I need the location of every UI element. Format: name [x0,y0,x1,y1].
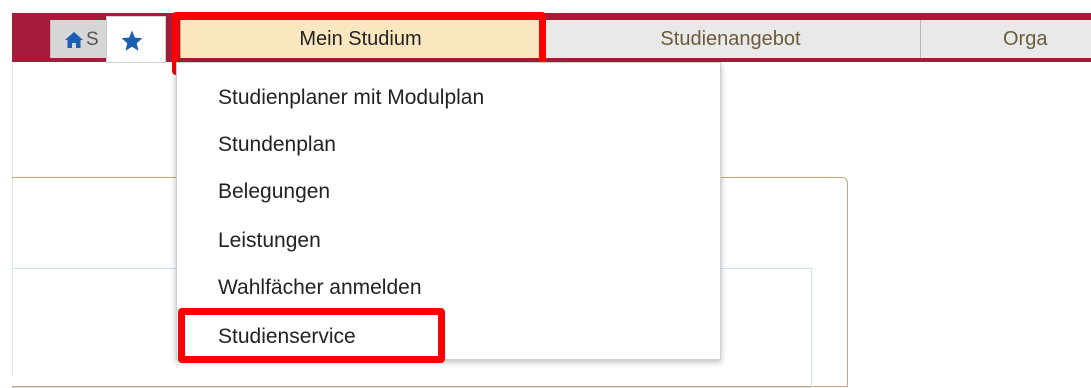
home-icon [65,32,83,48]
menu-item-belegungen[interactable]: Belegungen [218,180,330,204]
menu-item-wahlfaecher-anmelden[interactable]: Wahlfächer anmelden [218,276,422,300]
home-label: S [86,29,99,50]
star-icon [121,30,143,51]
tab-studienangebot[interactable]: Studienangebot [540,20,920,58]
highlight-studienservice [178,308,445,363]
tab-label: Orga [1003,27,1048,50]
home-button[interactable]: S [50,20,113,58]
favorites-button[interactable] [106,16,166,63]
menu-item-studienplaner[interactable]: Studienplaner mit Modulplan [218,86,484,110]
tab-label: Studienangebot [660,27,801,50]
tab-orga[interactable]: Orga [920,20,1091,58]
menu-item-stundenplan[interactable]: Stundenplan [218,133,336,157]
menu-item-leistungen[interactable]: Leistungen [218,229,321,253]
